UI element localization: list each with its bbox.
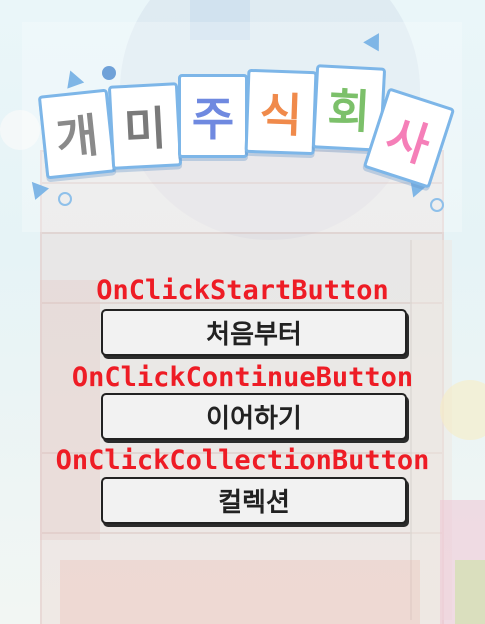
ring-icon xyxy=(430,198,444,212)
start-button[interactable]: 처음부터 xyxy=(101,309,407,356)
building-floor-line xyxy=(42,232,442,234)
logo-tile: 식 xyxy=(244,68,318,156)
triangle-icon xyxy=(61,67,85,89)
title-screen: 개 미 주 식 회 사 OnClickStartButton 처음부터 OnCl… xyxy=(0,0,485,624)
collection-button[interactable]: 컬렉션 xyxy=(101,477,407,524)
background-panel xyxy=(40,280,100,540)
logo-tile: 개 xyxy=(37,88,117,180)
continue-handler-label: OnClickContinueButton xyxy=(71,362,414,393)
logo-tile: 미 xyxy=(107,82,183,170)
dot-icon xyxy=(102,66,116,80)
building-floor-line xyxy=(42,532,442,534)
continue-button-label: 이어하기 xyxy=(206,404,302,434)
triangle-icon xyxy=(24,176,50,200)
ring-icon xyxy=(58,192,72,206)
logo-char: 주 xyxy=(191,92,235,146)
collection-handler-label: OnClickCollectionButton xyxy=(55,445,430,476)
logo-char: 미 xyxy=(122,100,168,158)
logo-char: 식 xyxy=(258,87,303,143)
collection-button-label: 컬렉션 xyxy=(218,488,290,518)
game-logo: 개 미 주 식 회 사 xyxy=(22,22,462,232)
background-floor xyxy=(60,560,420,624)
logo-tile: 주 xyxy=(178,74,248,158)
continue-button[interactable]: 이어하기 xyxy=(101,393,407,440)
start-handler-label: OnClickStartButton xyxy=(96,275,389,306)
triangle-icon xyxy=(363,28,387,52)
start-button-label: 처음부터 xyxy=(206,320,302,350)
logo-char: 개 xyxy=(53,107,102,167)
logo-char: 회 xyxy=(326,82,372,140)
background-green-box xyxy=(455,560,485,624)
logo-char: 사 xyxy=(379,108,437,174)
